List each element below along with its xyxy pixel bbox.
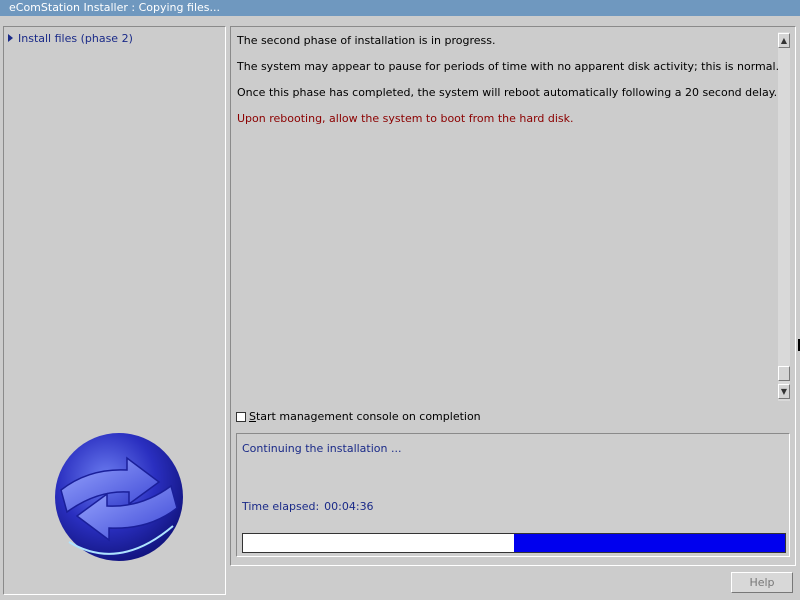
ecomstation-globe-logo-icon [55,433,183,561]
content-panel: The second phase of installation is in p… [230,26,796,566]
message-line: The second phase of installation is in p… [237,34,496,47]
status-text: Continuing the installation ... [242,442,402,455]
checkbox-label-mnemonic: S [249,410,256,423]
window-title-bar[interactable]: eComStation Installer : Copying files... [0,0,800,16]
window-title: eComStation Installer : Copying files... [9,1,220,14]
sidebar: Install files (phase 2) [3,26,226,595]
management-console-option[interactable]: Start management console on completion [236,410,481,423]
management-console-checkbox[interactable] [236,412,246,422]
time-elapsed: Time elapsed: 00:04:36 [242,500,374,513]
time-elapsed-label: Time elapsed: [242,500,320,513]
time-elapsed-value: 00:04:36 [324,500,374,513]
message-line: Once this phase has completed, the syste… [237,86,778,99]
message-line: The system may appear to pause for perio… [237,60,780,73]
progress-bar-fill [514,534,785,552]
status-panel: Continuing the installation ... Time ela… [236,433,790,557]
scroll-thumb[interactable] [778,366,790,381]
progress-bar [242,533,786,553]
checkbox-label: tart management console on completion [255,410,481,423]
triangle-right-icon [8,34,13,42]
sidebar-item-install-files[interactable]: Install files (phase 2) [8,32,133,45]
warning-message: Upon rebooting, allow the system to boot… [237,112,574,125]
sidebar-item-label: Install files (phase 2) [18,32,133,45]
help-button[interactable]: Help [731,572,793,593]
vertical-scrollbar[interactable]: ▲ ▼ [778,32,790,401]
scroll-up-button[interactable]: ▲ [778,33,790,48]
scroll-down-button[interactable]: ▼ [778,384,790,399]
